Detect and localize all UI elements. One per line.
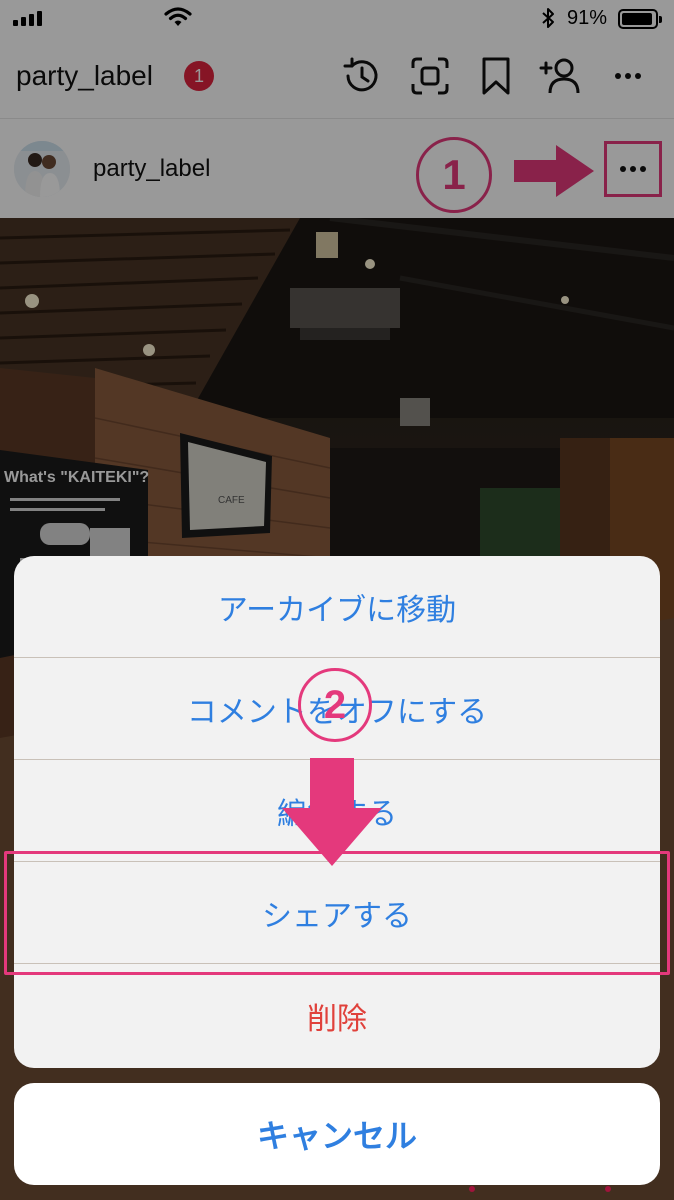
arrow-down-icon [282, 758, 382, 866]
pagination-dot [469, 1186, 475, 1192]
pagination-dot [605, 1186, 611, 1192]
delete-option[interactable]: 削除 [14, 964, 660, 1068]
cancel-button[interactable]: キャンセル [14, 1083, 660, 1185]
archive-option[interactable]: アーカイブに移動 [14, 556, 660, 658]
share-highlight-box [4, 851, 670, 975]
step-2-marker: 2 [298, 668, 372, 742]
